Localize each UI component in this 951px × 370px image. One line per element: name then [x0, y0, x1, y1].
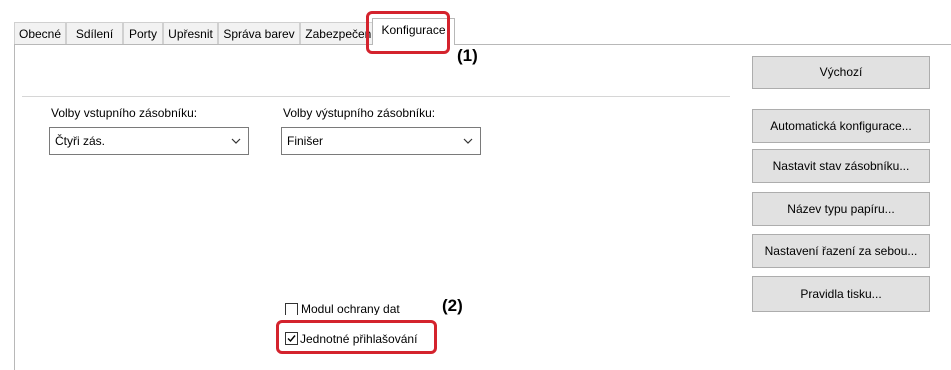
input-tray-select[interactable]: Čtyři zás.: [49, 127, 249, 155]
tray-status-button[interactable]: Nastavit stav zásobníku...: [752, 149, 930, 183]
input-tray-label: Volby vstupního zásobníku:: [51, 106, 198, 120]
tab-general[interactable]: Obecné: [14, 22, 66, 44]
print-rules-button[interactable]: Pravidla tisku...: [752, 276, 930, 312]
tab-advanced[interactable]: Upřesnit: [163, 22, 218, 44]
default-button[interactable]: Výchozí: [752, 56, 930, 89]
callout-label-2: (2): [442, 296, 463, 315]
output-tray-select[interactable]: Finišer: [281, 127, 481, 155]
data-security-checkbox[interactable]: [285, 303, 298, 315]
separator-line: [22, 96, 730, 97]
data-security-checkbox-row[interactable]: Modul ochrany dat: [284, 299, 444, 315]
tab-strip: Obecné Sdílení Porty Upřesnit Správa bar…: [14, 0, 951, 46]
callout-box-1: [366, 11, 450, 54]
callout-label-1: (1): [457, 46, 478, 65]
callout-box-2: [276, 320, 437, 354]
sequential-sorting-button[interactable]: Nastavení řazení za sebou...: [752, 234, 930, 268]
paper-type-name-button[interactable]: Název typu papíru...: [752, 192, 930, 226]
tab-sharing[interactable]: Sdílení: [66, 22, 123, 44]
output-tray-value: Finišer: [287, 134, 324, 148]
tab-color-management[interactable]: Správa barev: [218, 22, 300, 44]
chevron-down-icon: [231, 138, 241, 144]
auto-configuration-button[interactable]: Automatická konfigurace...: [752, 109, 930, 143]
chevron-down-icon: [463, 138, 473, 144]
output-tray-label: Volby výstupního zásobníku:: [283, 106, 436, 120]
input-tray-value: Čtyři zás.: [55, 134, 106, 148]
tab-ports[interactable]: Porty: [123, 22, 163, 44]
data-security-label: Modul ochrany dat: [301, 302, 400, 315]
